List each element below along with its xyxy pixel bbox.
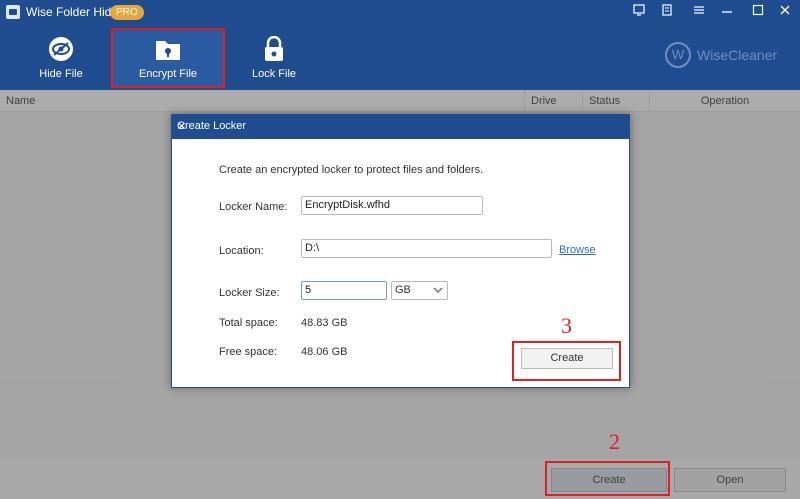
free-space-label: Free space: (219, 346, 278, 358)
settings-icon[interactable] (688, 3, 710, 21)
close-icon[interactable] (774, 3, 796, 21)
title-bar: Wise Folder Hider PRO (0, 0, 800, 24)
location-input[interactable]: D:\ (301, 239, 552, 258)
dialog-intro-text: Create an encrypted locker to protect fi… (219, 164, 484, 176)
annotation-box-3 (512, 341, 621, 381)
locker-size-input[interactable]: 5 (301, 281, 387, 300)
app-title: Wise Folder Hider (26, 5, 123, 19)
pro-badge: PRO (110, 5, 144, 20)
tool-hide-file-label: Hide File (39, 68, 83, 80)
chevron-down-icon (433, 282, 443, 305)
size-unit-value: GB (395, 284, 411, 296)
locker-size-label: Locker Size: (219, 287, 280, 299)
locker-name-input[interactable]: EncryptDisk.wfhd (301, 196, 483, 215)
annotation-step-3: 3 (561, 313, 572, 338)
locker-name-label: Locker Name: (219, 201, 288, 213)
feedback-icon[interactable] (628, 3, 650, 21)
dialog-title-bar: Create Locker ✕ (172, 115, 629, 139)
brand-logo: W (665, 42, 691, 68)
annotation-box-1 (111, 28, 225, 88)
brand-name: WiseCleaner (697, 47, 778, 63)
tool-hide-file[interactable]: Hide File (6, 30, 116, 86)
tool-lock-file[interactable]: Lock File (219, 30, 329, 86)
maximize-icon[interactable] (747, 3, 769, 21)
total-space-value: 48.83 GB (301, 317, 348, 329)
eye-slash-icon (47, 36, 75, 62)
annotation-box-2 (545, 461, 670, 496)
menu-list-icon[interactable] (656, 3, 678, 21)
browse-link[interactable]: Browse (559, 244, 596, 256)
size-unit-select[interactable]: GB (391, 281, 448, 300)
location-label: Location: (219, 245, 264, 257)
annotation-step-2: 2 (609, 429, 620, 454)
total-space-label: Total space: (219, 317, 278, 329)
dialog-close-icon[interactable]: ✕ (177, 120, 623, 133)
padlock-icon (260, 35, 288, 62)
tool-lock-file-label: Lock File (251, 68, 297, 80)
app-icon (6, 5, 20, 19)
minimize-icon[interactable] (716, 3, 738, 21)
free-space-value: 48.06 GB (301, 346, 348, 358)
